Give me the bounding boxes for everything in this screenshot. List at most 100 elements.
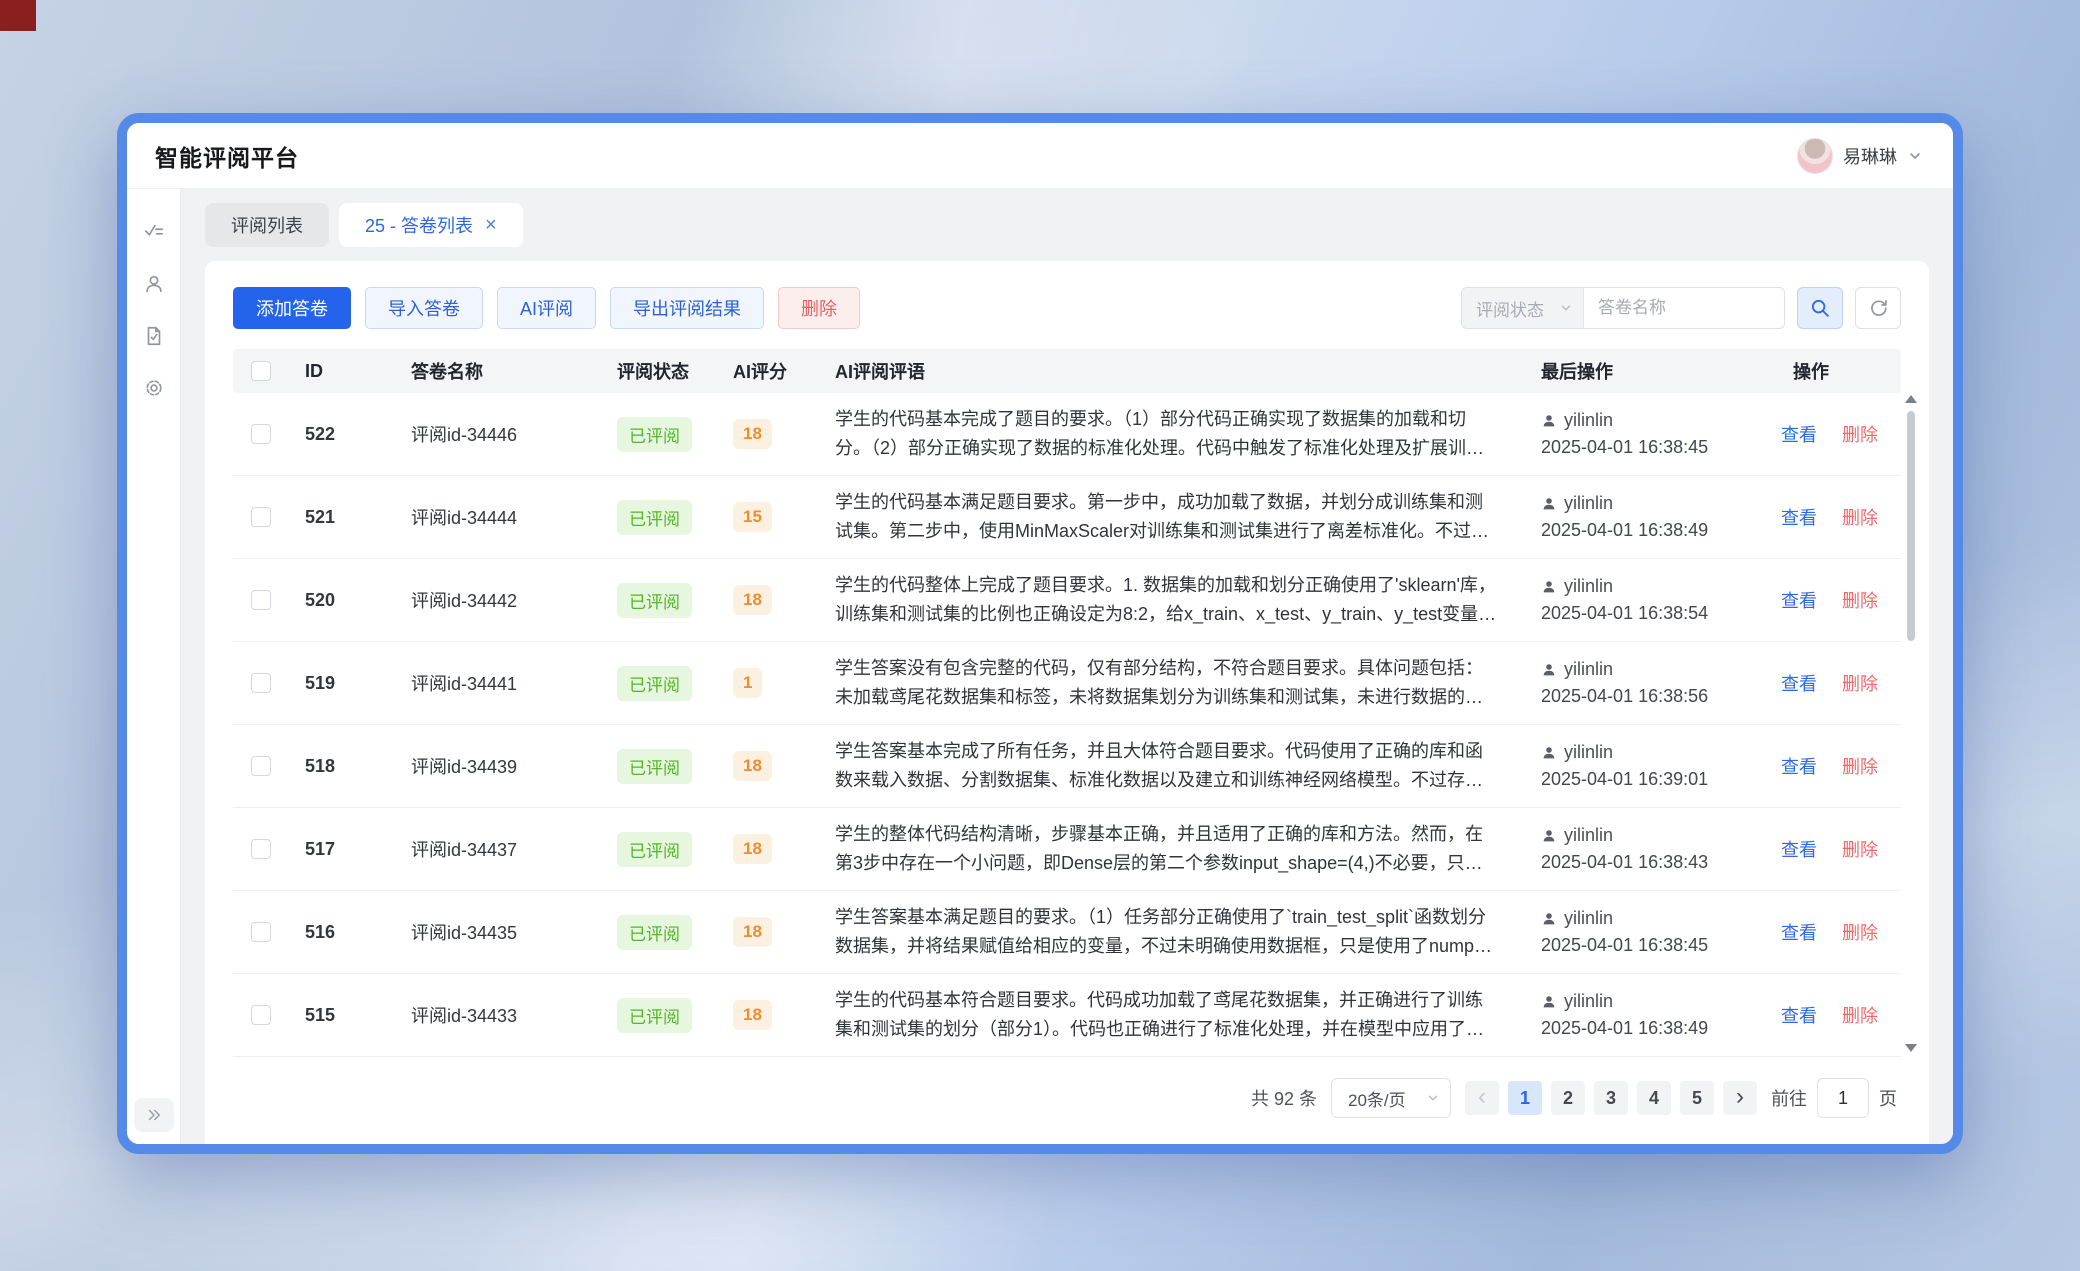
person-icon <box>1541 745 1557 761</box>
view-link[interactable]: 查看 <box>1781 674 1817 694</box>
row-checkbox[interactable] <box>251 922 271 942</box>
review-status-select[interactable]: 评阅状态 <box>1462 288 1584 328</box>
next-page-button[interactable]: › <box>1723 1081 1757 1115</box>
import-answer-button[interactable]: 导入答卷 <box>365 287 483 329</box>
status-badge: 已评阅 <box>617 915 692 950</box>
delete-link[interactable]: 删除 <box>1842 1006 1878 1026</box>
tab-label: 25 - 答卷列表 <box>365 212 473 238</box>
row-id: 516 <box>289 922 395 943</box>
delete-link[interactable]: 删除 <box>1842 591 1878 611</box>
status-badge: 已评阅 <box>617 417 692 452</box>
tab-answer-sheet-list[interactable]: 25 - 答卷列表 × <box>339 203 523 247</box>
answer-name-input[interactable] <box>1584 288 1784 328</box>
total-count: 共 92 条 <box>1251 1085 1317 1111</box>
delete-button[interactable]: 删除 <box>778 287 860 329</box>
row-time: 2025-04-01 16:38:49 <box>1541 520 1773 541</box>
scroll-down-arrow[interactable] <box>1905 1044 1917 1052</box>
row-checkbox[interactable] <box>251 590 271 610</box>
row-operator: yilinlin <box>1564 908 1613 929</box>
score-badge: 18 <box>733 419 772 449</box>
search-button[interactable] <box>1797 287 1843 329</box>
sidebar-item-settings[interactable] <box>135 369 173 407</box>
user-menu[interactable]: 易琳琳 <box>1797 138 1923 174</box>
delete-link[interactable]: 删除 <box>1842 923 1878 943</box>
delete-link[interactable]: 删除 <box>1842 674 1878 694</box>
row-name: 评阅id-34439 <box>395 753 601 779</box>
scroll-up-arrow[interactable] <box>1905 395 1917 403</box>
view-link[interactable]: 查看 <box>1781 840 1817 860</box>
status-badge: 已评阅 <box>617 998 692 1033</box>
gear-icon <box>143 377 165 399</box>
row-operator: yilinlin <box>1564 742 1613 763</box>
checklist-icon <box>143 221 165 243</box>
sidebar-collapse-button[interactable] <box>134 1098 174 1132</box>
row-checkbox[interactable] <box>251 673 271 693</box>
row-name: 评阅id-34446 <box>395 421 601 447</box>
sidebar-item-users[interactable] <box>135 265 173 303</box>
sidebar <box>127 189 181 1144</box>
select-all-checkbox[interactable] <box>251 361 271 381</box>
page-button-1[interactable]: 1 <box>1508 1081 1542 1115</box>
status-badge: 已评阅 <box>617 500 692 535</box>
answer-table: ID 答卷名称 评阅状态 AI评分 AI评阅评语 最后操作 操作 522 评阅i… <box>233 349 1901 1058</box>
row-name: 评阅id-34435 <box>395 919 601 945</box>
row-checkbox[interactable] <box>251 424 271 444</box>
delete-link[interactable]: 删除 <box>1842 425 1878 445</box>
table-row: 515 评阅id-34433 已评阅 18 学生的代码基本符合题目要求。代码成功… <box>233 974 1901 1057</box>
view-link[interactable]: 查看 <box>1781 757 1817 777</box>
chevron-down-icon <box>1426 1091 1440 1105</box>
score-badge: 18 <box>733 1000 772 1030</box>
row-operator: yilinlin <box>1564 410 1613 431</box>
page-button-3[interactable]: 3 <box>1594 1081 1628 1115</box>
export-results-button[interactable]: 导出评阅结果 <box>610 287 764 329</box>
page-button-4[interactable]: 4 <box>1637 1081 1671 1115</box>
close-icon[interactable]: × <box>485 215 497 235</box>
add-answer-button[interactable]: 添加答卷 <box>233 287 351 329</box>
page-size-select[interactable]: 20条/页 <box>1331 1078 1451 1118</box>
row-comment: 学生答案基本满足题目的要求。（1）任务部分正确使用了`train_test_sp… <box>835 903 1499 961</box>
tab-review-list[interactable]: 评阅列表 <box>205 203 329 247</box>
chevron-down-icon <box>1907 148 1923 164</box>
scrollbar-thumb[interactable] <box>1907 411 1915 641</box>
row-checkbox[interactable] <box>251 756 271 776</box>
sidebar-item-papers[interactable] <box>135 317 173 355</box>
page-button-5[interactable]: 5 <box>1680 1081 1714 1115</box>
person-icon <box>1541 579 1557 595</box>
score-badge: 1 <box>733 668 762 698</box>
row-time: 2025-04-01 16:38:56 <box>1541 686 1773 707</box>
row-checkbox[interactable] <box>251 1005 271 1025</box>
refresh-button[interactable] <box>1855 287 1901 329</box>
row-id: 518 <box>289 756 395 777</box>
goto-page-input[interactable] <box>1817 1078 1869 1118</box>
prev-page-button[interactable]: ‹ <box>1465 1081 1499 1115</box>
row-operator: yilinlin <box>1564 576 1613 597</box>
table-row: 521 评阅id-34444 已评阅 15 学生的代码基本满足题目要求。第一步中… <box>233 476 1901 559</box>
row-checkbox[interactable] <box>251 839 271 859</box>
delete-link[interactable]: 删除 <box>1842 840 1878 860</box>
view-link[interactable]: 查看 <box>1781 923 1817 943</box>
table-body: 522 评阅id-34446 已评阅 18 学生的代码基本完成了题目的要求。（1… <box>233 393 1901 1057</box>
toolbar: 添加答卷 导入答卷 AI评阅 导出评阅结果 删除 评阅状态 <box>233 287 1901 329</box>
avatar[interactable] <box>1797 138 1833 174</box>
sidebar-item-review-list[interactable] <box>135 213 173 251</box>
delete-link[interactable]: 删除 <box>1842 757 1878 777</box>
row-checkbox[interactable] <box>251 507 271 527</box>
person-icon <box>1541 994 1557 1010</box>
table-header-row: ID 答卷名称 评阅状态 AI评分 AI评阅评语 最后操作 操作 <box>233 349 1901 393</box>
table-row: 516 评阅id-34435 已评阅 18 学生答案基本满足题目的要求。（1）任… <box>233 891 1901 974</box>
view-link[interactable]: 查看 <box>1781 425 1817 445</box>
view-link[interactable]: 查看 <box>1781 1006 1817 1026</box>
header-status: 评阅状态 <box>601 358 717 384</box>
page-title: 智能评阅平台 <box>155 139 299 173</box>
view-link[interactable]: 查看 <box>1781 508 1817 528</box>
person-icon <box>1541 911 1557 927</box>
window-header: 智能评阅平台 易琳琳 <box>127 123 1953 189</box>
score-badge: 18 <box>733 834 772 864</box>
page-button-2[interactable]: 2 <box>1551 1081 1585 1115</box>
status-badge: 已评阅 <box>617 749 692 784</box>
delete-link[interactable]: 删除 <box>1842 508 1878 528</box>
view-link[interactable]: 查看 <box>1781 591 1817 611</box>
row-comment: 学生的代码基本符合题目要求。代码成功加载了鸢尾花数据集，并正确进行了训练集和测试… <box>835 986 1499 1044</box>
pager: ‹ 12345 › <box>1465 1081 1757 1115</box>
ai-review-button[interactable]: AI评阅 <box>497 287 596 329</box>
